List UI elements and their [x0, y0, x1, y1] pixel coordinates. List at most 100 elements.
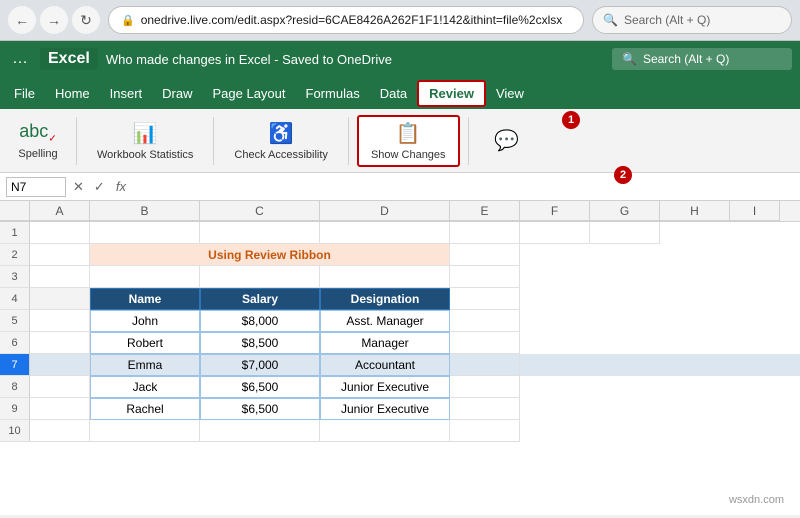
workbook-stats-icon: 📊 — [133, 121, 158, 146]
cell-salary-emma[interactable]: $7,000 — [200, 354, 320, 376]
cell-d1[interactable] — [320, 222, 450, 244]
cell-a3[interactable] — [30, 266, 90, 288]
cell-b3[interactable] — [90, 266, 200, 288]
col-header-h[interactable]: H — [660, 201, 730, 221]
cell-name-emma[interactable]: Emma — [90, 354, 200, 376]
cell-reference[interactable]: N7 — [6, 177, 66, 197]
forward-button[interactable]: → — [40, 6, 68, 34]
menu-review[interactable]: Review — [417, 80, 486, 107]
row-num-9[interactable]: 9 — [0, 398, 30, 420]
cell-b1[interactable] — [90, 222, 200, 244]
row-num-6[interactable]: 6 — [0, 332, 30, 354]
menu-draw[interactable]: Draw — [152, 82, 202, 105]
col-header-c[interactable]: C — [200, 201, 320, 221]
row-num-5[interactable]: 5 — [0, 310, 30, 332]
title-search-box[interactable]: 🔍 Search (Alt + Q) — [612, 48, 792, 70]
cell-e6[interactable] — [450, 332, 520, 354]
cell-g1[interactable] — [590, 222, 660, 244]
cell-designation-header[interactable]: Designation — [320, 288, 450, 310]
spelling-button[interactable]: abc✓ Spelling — [8, 117, 68, 164]
cell-designation-jack[interactable]: Junior Executive — [320, 376, 450, 398]
cell-c10[interactable] — [200, 420, 320, 442]
cell-e3[interactable] — [450, 266, 520, 288]
table-row — [30, 420, 800, 442]
cell-salary-robert[interactable]: $8,500 — [200, 332, 320, 354]
cell-a7[interactable] — [30, 354, 90, 376]
cell-name-header[interactable]: Name — [90, 288, 200, 310]
table-row: Emma $7,000 Accountant — [30, 354, 800, 376]
row-num-7[interactable]: 7 — [0, 354, 30, 376]
menu-file[interactable]: File — [4, 82, 45, 105]
cell-designation-rachel[interactable]: Junior Executive — [320, 398, 450, 420]
cell-e4[interactable] — [450, 288, 520, 310]
col-header-f[interactable]: F — [520, 201, 590, 221]
row-num-3[interactable]: 3 — [0, 266, 30, 288]
formula-input[interactable] — [134, 179, 794, 194]
cell-designation-john[interactable]: Asst. Manager — [320, 310, 450, 332]
workbook-stats-button[interactable]: 📊 Workbook Statistics — [85, 117, 205, 165]
row-num-1[interactable]: 1 — [0, 222, 30, 244]
cell-name-rachel[interactable]: Rachel — [90, 398, 200, 420]
cell-name-robert[interactable]: Robert — [90, 332, 200, 354]
browser-search[interactable]: 🔍 Search (Alt + Q) — [592, 6, 792, 34]
menu-formulas[interactable]: Formulas — [296, 82, 370, 105]
cell-d3[interactable] — [320, 266, 450, 288]
cell-e5[interactable] — [450, 310, 520, 332]
col-header-g[interactable]: G — [590, 201, 660, 221]
cancel-formula-icon[interactable]: ✕ — [70, 179, 87, 195]
col-header-d[interactable]: D — [320, 201, 450, 221]
cell-salary-header[interactable]: Salary — [200, 288, 320, 310]
cell-designation-emma[interactable]: Accountant — [320, 354, 450, 376]
badge-1-container: 1 — [562, 111, 580, 129]
cell-a6[interactable] — [30, 332, 90, 354]
row-num-8[interactable]: 8 — [0, 376, 30, 398]
waffle-icon[interactable]: … — [8, 46, 32, 72]
cell-e1[interactable] — [450, 222, 520, 244]
check-accessibility-button[interactable]: ♿ Check Accessibility — [222, 117, 340, 165]
menu-insert[interactable]: Insert — [100, 82, 153, 105]
cell-c3[interactable] — [200, 266, 320, 288]
col-header-a[interactable]: A — [30, 201, 90, 221]
cell-b10[interactable] — [90, 420, 200, 442]
col-header-e[interactable]: E — [450, 201, 520, 221]
cell-c1[interactable] — [200, 222, 320, 244]
cell-e10[interactable] — [450, 420, 520, 442]
cell-name-john[interactable]: John — [90, 310, 200, 332]
cell-a5[interactable] — [30, 310, 90, 332]
row-num-4[interactable]: 4 — [0, 288, 30, 310]
confirm-formula-icon[interactable]: ✓ — [91, 179, 108, 195]
menu-data[interactable]: Data — [370, 82, 417, 105]
menu-page-layout[interactable]: Page Layout — [203, 82, 296, 105]
cell-designation-robert[interactable]: Manager — [320, 332, 450, 354]
cell-a4[interactable] — [30, 288, 90, 310]
back-button[interactable]: ← — [8, 6, 36, 34]
row-num-10[interactable]: 10 — [0, 420, 30, 442]
menu-home[interactable]: Home — [45, 82, 100, 105]
cell-a10[interactable] — [30, 420, 90, 442]
cell-salary-rachel[interactable]: $6,500 — [200, 398, 320, 420]
cell-a1[interactable] — [30, 222, 90, 244]
cell-d10[interactable] — [320, 420, 450, 442]
cell-salary-john[interactable]: $8,000 — [200, 310, 320, 332]
address-bar[interactable]: 🔒 onedrive.live.com/edit.aspx?resid=6CAE… — [108, 6, 584, 34]
comment-button[interactable]: 💬 — [477, 124, 537, 157]
col-header-i[interactable]: I — [730, 201, 780, 221]
reload-button[interactable]: ↻ — [72, 6, 100, 34]
cell-e8[interactable] — [450, 376, 520, 398]
cell-f1[interactable] — [520, 222, 590, 244]
cell-title[interactable]: Using Review Ribbon — [90, 244, 450, 266]
cell-name-jack[interactable]: Jack — [90, 376, 200, 398]
function-icon[interactable]: fx — [112, 179, 130, 194]
cell-a9[interactable] — [30, 398, 90, 420]
spelling-icon: abc✓ — [19, 121, 56, 145]
col-header-b[interactable]: B — [90, 201, 200, 221]
cell-a2[interactable] — [30, 244, 90, 266]
row-num-2[interactable]: 2 — [0, 244, 30, 266]
cell-salary-jack[interactable]: $6,500 — [200, 376, 320, 398]
cell-e2[interactable] — [450, 244, 520, 266]
cell-e7[interactable] — [450, 354, 520, 376]
menu-view[interactable]: View — [486, 82, 534, 105]
cell-e9[interactable] — [450, 398, 520, 420]
show-changes-button[interactable]: 📋 Show Changes — [357, 115, 460, 167]
cell-a8[interactable] — [30, 376, 90, 398]
